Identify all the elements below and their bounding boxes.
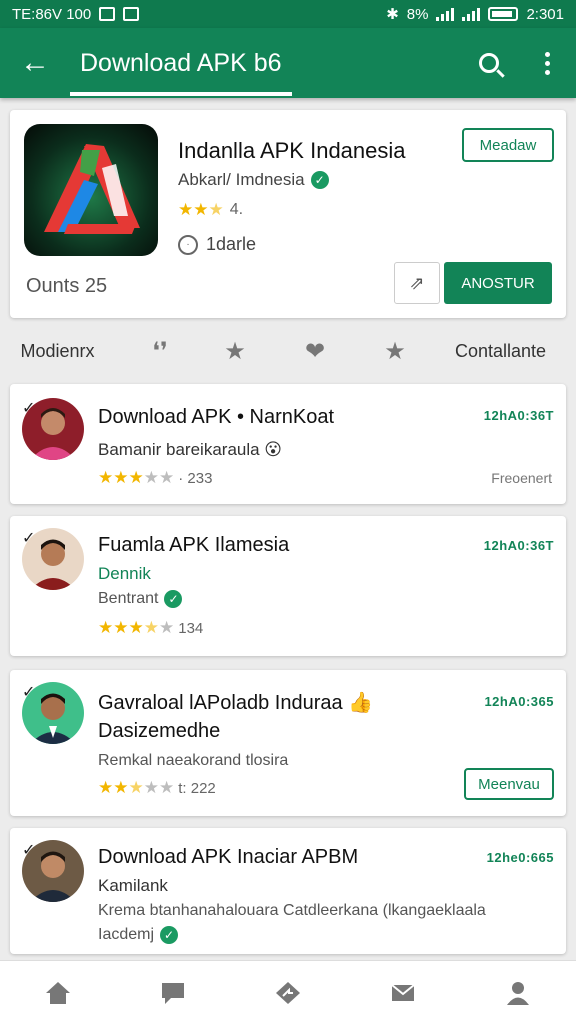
share-icon[interactable]: ⇗ [394, 262, 440, 304]
signal-icon-2 [462, 7, 481, 21]
rating-line: ★★★ 4. [178, 200, 243, 220]
rating-count: t: 222 [178, 779, 216, 797]
list-title: Download APK Inaciar APBM [98, 846, 359, 868]
bottom-nav [0, 960, 576, 1024]
app-bar: ← Download APK b6 [0, 28, 576, 98]
clock-icon: · [178, 234, 198, 255]
star-icon-2[interactable]: ★ [365, 337, 425, 366]
page-title: Download APK b6 [70, 49, 292, 96]
more-vert-button[interactable] [518, 28, 576, 98]
app-logo [24, 124, 158, 256]
rating-text: 4. [229, 201, 244, 218]
verified-icon: ✓ [164, 590, 183, 608]
comment-icon[interactable]: ❤ [265, 337, 365, 366]
list-line4-text: Iacdemj [98, 926, 155, 943]
list-rating: ★★★★★ 134 [98, 618, 203, 638]
list-line3: Krema btanhanahalouara Catdleerkana (lka… [98, 902, 486, 919]
arrow-left-icon[interactable]: ← [0, 28, 70, 98]
search-button[interactable] [460, 28, 518, 98]
home-icon[interactable] [30, 965, 86, 1021]
battery-icon [488, 7, 519, 21]
list-line4: Iacdemj ✓ [98, 926, 179, 944]
share-icon[interactable] [260, 965, 316, 1021]
status-left-text: TE:86V 100 [12, 5, 92, 23]
mail-icon[interactable] [375, 965, 431, 1021]
app-detail-card: Indanlla APK Indanesia Abkarl/ Imdnesia … [10, 110, 566, 318]
list-meta: Freoenert [491, 470, 552, 486]
size-text: 1darle [206, 234, 257, 254]
list-subtitle: Dennik [98, 564, 151, 583]
list-line3-text: Bentrant [98, 590, 159, 607]
signal-icon [436, 7, 455, 21]
notification-icon [99, 7, 116, 21]
list-line3: Remkal naeakorand tlosira [98, 752, 289, 769]
filter-tabs: Modienrx ❛❜ ★ ❤ ★ Contallante [0, 330, 576, 372]
avatar: ✓ [22, 528, 86, 592]
list-item[interactable]: ✓ Download APK • NarnKoat Bamanir bareik… [10, 384, 566, 504]
list-subtitle: Bamanir bareikaraula 😮 [98, 440, 283, 459]
status-time: 2:301 [526, 5, 564, 23]
battery-percent: 8% [406, 5, 429, 23]
install-button[interactable]: ANOSTUR [444, 262, 552, 304]
profile-icon[interactable] [490, 965, 546, 1021]
bluetooth-icon: ✱ [386, 6, 399, 23]
developer-name[interactable]: Abkarl/ Imdnesia [178, 170, 305, 190]
list-item[interactable]: ✓ Fuamla APK Ilamesia Dennik Bentrant ✓ … [10, 516, 566, 656]
avatar: ✓ [22, 682, 86, 746]
app-name: Indanlla APK Indanesia [178, 138, 406, 163]
rating-stars: ★★★★★ [98, 468, 175, 487]
list-time: 12hA0:36T [483, 538, 554, 553]
tab-right[interactable]: Contallante [425, 341, 576, 362]
developer-line: Abkarl/ Imdnesia ✓ [178, 170, 329, 190]
rating-count: · 233 [178, 469, 213, 487]
search-icon [479, 53, 499, 73]
outline-button[interactable]: Meadaw [462, 128, 554, 162]
list-rating: ★★★★★ t: 222 [98, 778, 216, 798]
rating-count: 134 [178, 619, 204, 637]
list-subtitle: Kamilank [98, 876, 168, 895]
list-item[interactable]: ✓ Download APK Inaciar APBM Kamilank Kre… [10, 828, 566, 954]
status-bar: TE:86V 100 ✱ 8% 2:301 [0, 0, 576, 28]
list-title: Fuamla APK Ilamesia [98, 534, 290, 556]
list-time: 12hA0:365 [484, 694, 554, 709]
list-rating: ★★★★★ · 233 [98, 468, 212, 488]
list-subtitle: Dasizemedhe [98, 720, 221, 742]
list-time: 12he0:665 [486, 850, 554, 865]
list-action-button[interactable]: Meenvau [464, 768, 554, 800]
list-title: Gavraloal lAPoladb Induraa 👍 [98, 692, 374, 714]
verified-icon: ✓ [160, 926, 179, 944]
list-time: 12hA0:36T [483, 408, 554, 423]
counts-label: Ounts 25 [26, 275, 108, 297]
size-line: · 1darle [178, 234, 256, 255]
avatar: ✓ [22, 840, 86, 904]
rating-stars: ★★★★★ [98, 778, 175, 797]
list-item[interactable]: ✓ Gavraloal lAPoladb Induraa 👍 Dasizemed… [10, 670, 566, 816]
tab-left[interactable]: Modienrx [0, 341, 115, 362]
notification-icon-2 [123, 7, 140, 21]
list-title: Download APK • NarnKoat [98, 406, 335, 428]
more-vert-icon [544, 51, 550, 75]
quote-icon[interactable]: ❛❜ [115, 337, 205, 366]
rating-stars: ★★★ [178, 200, 224, 219]
avatar: ✓ [22, 398, 86, 462]
list-line3: Bentrant ✓ [98, 590, 183, 608]
verified-icon: ✓ [310, 171, 329, 189]
rating-stars: ★★★★★ [98, 618, 175, 637]
chat-icon[interactable] [145, 965, 201, 1021]
star-icon[interactable]: ★ [205, 337, 265, 366]
